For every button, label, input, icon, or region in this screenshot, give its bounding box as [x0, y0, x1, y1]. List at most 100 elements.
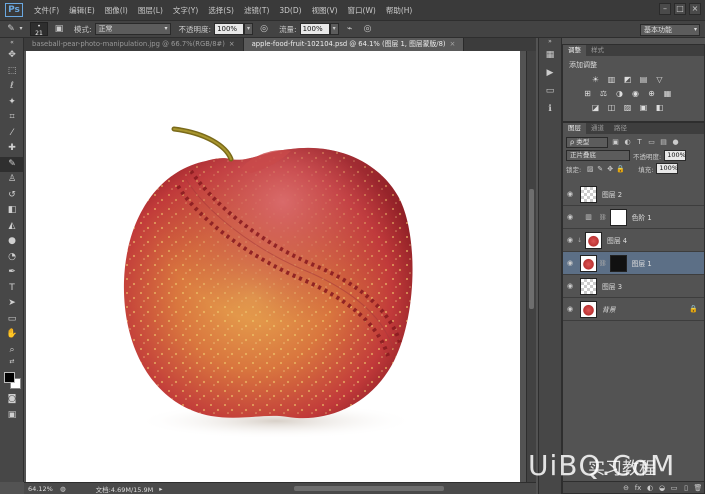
menu-file[interactable]: 文件(F) [29, 5, 64, 16]
new-group-icon[interactable]: ▭ [668, 484, 680, 492]
layer-row[interactable]: ◉ ▥ ⛓ 色阶 1 [563, 206, 704, 229]
pressure-opacity-icon[interactable]: ◎ [257, 22, 271, 36]
new-layer-icon[interactable]: ▯ [680, 484, 692, 492]
menu-3d[interactable]: 3D(D) [274, 6, 306, 15]
threshold-icon[interactable]: ▨ [621, 102, 634, 114]
eye-icon[interactable]: ◉ [563, 305, 577, 313]
smart-object-filter-icon[interactable]: ▤ [659, 138, 668, 147]
eye-icon[interactable]: ◉ [563, 259, 577, 267]
crop-tool-icon[interactable]: ⌗ [0, 110, 24, 126]
dodge-tool-icon[interactable]: ◔ [0, 250, 24, 266]
layer-opacity-input[interactable]: 100% [664, 150, 687, 161]
link-icon[interactable]: ⛓ [599, 260, 607, 267]
tab-adjustments[interactable]: 调整 [563, 45, 586, 56]
selective-color-icon[interactable]: ▣ [637, 102, 650, 114]
blend-mode-select[interactable]: 正片叠底 [566, 150, 630, 161]
curves-icon[interactable]: ◩ [621, 74, 634, 86]
add-mask-icon[interactable]: ◐ [644, 484, 656, 492]
new-adjustment-icon[interactable]: ◒ [656, 484, 668, 492]
eyedropper-tool-icon[interactable]: ⁄ [0, 126, 24, 142]
photo-filter-icon[interactable]: ◉ [629, 88, 642, 100]
brightness-contrast-icon[interactable]: ☀ [589, 74, 602, 86]
shape-filter-icon[interactable]: ▭ [647, 138, 656, 147]
eye-icon[interactable]: ◉ [563, 282, 577, 290]
history-panel-icon[interactable]: ▦ [539, 46, 561, 64]
vibrance-icon[interactable]: ▽ [653, 74, 666, 86]
lasso-tool-icon[interactable]: ℓ [0, 79, 24, 95]
layer-style-icon[interactable]: fx [632, 484, 644, 492]
eye-icon[interactable]: ◉ [563, 190, 577, 198]
close-icon[interactable]: × [450, 40, 456, 48]
airbrush-icon[interactable]: ⌁ [343, 22, 357, 36]
info-panel-icon[interactable]: ℹ [539, 100, 561, 118]
quick-select-tool-icon[interactable]: ✦ [0, 95, 24, 111]
foreground-color-swatch[interactable] [4, 372, 15, 383]
type-filter-icon[interactable]: T [635, 138, 644, 147]
link-icon[interactable]: ⛓ [599, 214, 607, 221]
menu-view[interactable]: 视图(V) [307, 5, 343, 16]
history-brush-tool-icon[interactable]: ↺ [0, 188, 24, 204]
menu-select[interactable]: 选择(S) [203, 5, 239, 16]
mode-select[interactable]: 正常 ▾ [94, 23, 171, 35]
pressure-size-icon[interactable]: ◎ [361, 22, 375, 36]
layer-row[interactable]: ◉ ⛓ 图层 1 [563, 252, 704, 275]
lock-image-icon[interactable]: ✎ [596, 165, 604, 173]
channel-mixer-icon[interactable]: ⊕ [645, 88, 658, 100]
lock-transparent-icon[interactable]: ▨ [586, 165, 594, 173]
horizontal-scrollbar[interactable] [294, 486, 444, 491]
scrollbar-thumb[interactable] [529, 189, 534, 309]
type-tool-icon[interactable]: T [0, 281, 24, 297]
menu-filter[interactable]: 滤镜(T) [239, 5, 274, 16]
layer-row[interactable]: ◉ 背景 🔒 [563, 298, 704, 321]
hand-tool-icon[interactable]: ✋ [0, 327, 24, 343]
pixel-filter-icon[interactable]: ▣ [611, 138, 620, 147]
document-canvas[interactable] [26, 51, 520, 482]
color-balance-icon[interactable]: ⚖ [597, 88, 610, 100]
chevron-right-icon[interactable]: ▸ [159, 485, 162, 493]
brush-preset-picker[interactable]: • 21 [30, 22, 48, 37]
info-icon[interactable]: ◍ [60, 485, 66, 493]
eye-icon[interactable]: ◉ [563, 213, 577, 221]
collapse-icon[interactable]: » [539, 38, 561, 46]
menu-type[interactable]: 文字(Y) [168, 5, 203, 16]
lock-all-icon[interactable]: 🔒 [616, 165, 625, 173]
layer-row[interactable]: ◉ 图层 2 [563, 183, 704, 206]
layer-row[interactable]: ◉ ↓ 图层 4 [563, 229, 704, 252]
opacity-input[interactable]: 100% [214, 23, 245, 35]
link-layers-icon[interactable]: ⊖ [620, 484, 632, 492]
layer-row[interactable]: ◉ 图层 3 [563, 275, 704, 298]
opacity-dropdown[interactable]: ▾ [244, 23, 254, 35]
clone-stamp-tool-icon[interactable]: ♙ [0, 172, 24, 188]
zoom-level[interactable]: 64.12% [28, 485, 58, 493]
move-tool-icon[interactable]: ✥ [0, 48, 24, 64]
screen-mode-icon[interactable]: ▣ [0, 408, 24, 424]
exposure-icon[interactable]: ▤ [637, 74, 650, 86]
tab-styles[interactable]: 样式 [586, 45, 609, 56]
chevron-down-icon[interactable]: ▾ [18, 22, 24, 36]
menu-window[interactable]: 窗口(W) [343, 5, 381, 16]
flow-dropdown[interactable]: ▾ [329, 23, 339, 35]
lock-position-icon[interactable]: ✥ [606, 165, 614, 173]
trash-icon[interactable]: 🗑 [692, 484, 704, 492]
marquee-tool-icon[interactable]: ⬚ [0, 64, 24, 80]
tab-baseball-pear[interactable]: baseball-pear-photo-manipulation.jpg @ 6… [24, 38, 244, 51]
eraser-tool-icon[interactable]: ◧ [0, 203, 24, 219]
menu-help[interactable]: 帮助(H) [381, 5, 418, 16]
tab-paths[interactable]: 路径 [609, 123, 632, 134]
close-icon[interactable]: × [229, 40, 235, 48]
posterize-icon[interactable]: ◫ [605, 102, 618, 114]
healing-brush-tool-icon[interactable]: ✚ [0, 141, 24, 157]
shape-tool-icon[interactable]: ▭ [0, 312, 24, 328]
vertical-scrollbar[interactable] [526, 51, 536, 482]
collapse-icon[interactable]: « [0, 38, 24, 48]
tab-apple-food-fruit[interactable]: apple-food-fruit-102104.psd @ 64.1% (图层 … [243, 38, 465, 51]
layer-fill-input[interactable]: 100% [656, 163, 679, 174]
brush-panel-toggle-icon[interactable]: ▣ [52, 22, 66, 36]
zoom-tool-icon[interactable]: ⌕ [0, 343, 24, 359]
levels-icon[interactable]: ▥ [605, 74, 618, 86]
workspace-select[interactable]: 基本功能 ▾ [640, 24, 700, 36]
swap-colors-icon[interactable]: ⇄ [0, 358, 24, 366]
menu-layer[interactable]: 图层(L) [133, 5, 168, 16]
tab-layers[interactable]: 图层 [563, 123, 586, 134]
flow-input[interactable]: 100% [299, 23, 330, 35]
